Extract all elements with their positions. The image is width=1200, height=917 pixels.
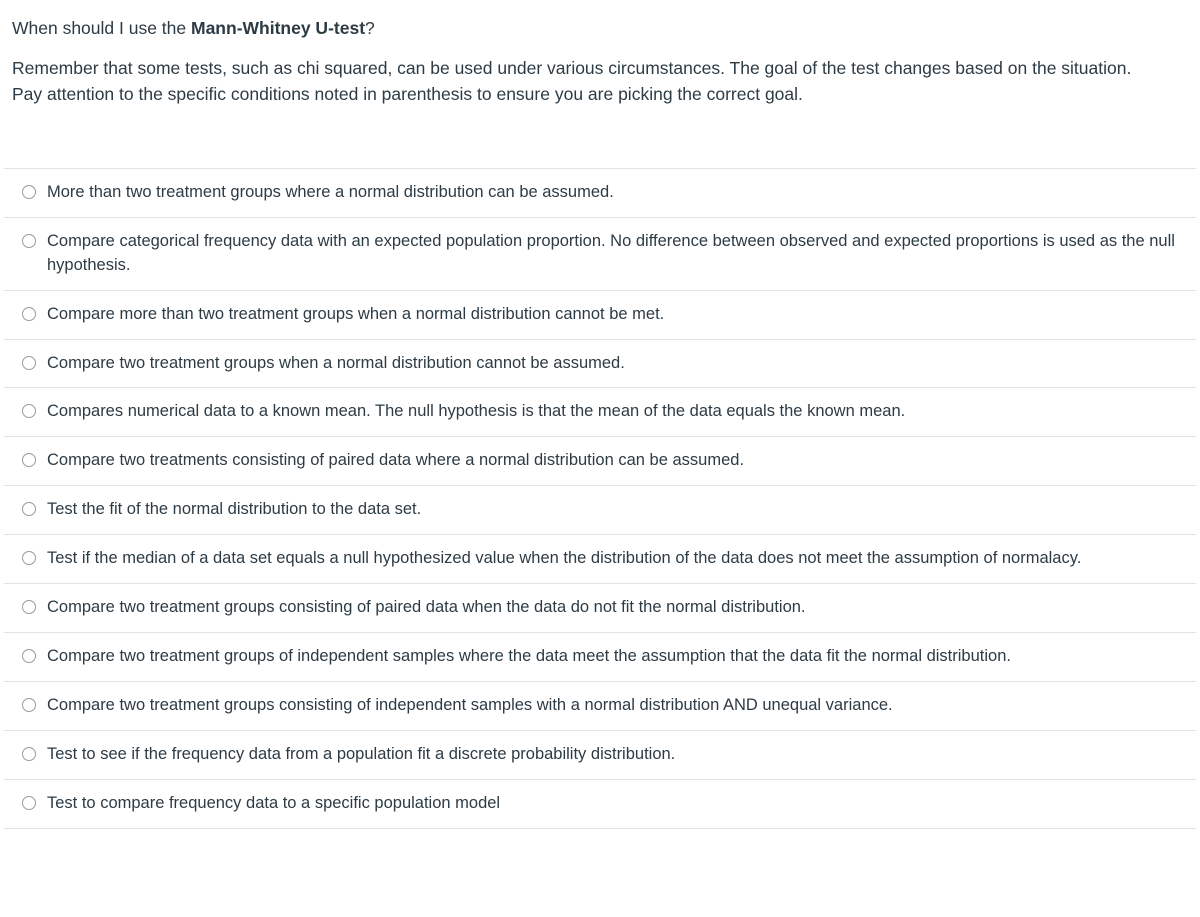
- radio-button-icon[interactable]: [22, 453, 36, 468]
- question-header-suffix: ?: [365, 18, 375, 38]
- question-container: When should I use the Mann-Whitney U-tes…: [0, 0, 1200, 829]
- answer-option-row[interactable]: Compare two treatment groups when a norm…: [4, 338, 1196, 388]
- question-header-emphasis: Mann-Whitney U-test: [191, 18, 366, 38]
- radio-button-icon[interactable]: [22, 551, 36, 566]
- radio-button-icon[interactable]: [22, 306, 36, 321]
- radio-button-icon[interactable]: [22, 697, 36, 712]
- radio-button-icon[interactable]: [22, 502, 36, 517]
- answer-option-row[interactable]: Compare more than two treatment groups w…: [4, 289, 1196, 339]
- answer-option-label: Compare two treatment groups consisting …: [47, 695, 893, 714]
- answer-option-row[interactable]: More than two treatment groups where a n…: [4, 167, 1196, 217]
- radio-button-icon[interactable]: [22, 355, 36, 370]
- answer-option-label: Compare two treatment groups when a norm…: [47, 353, 625, 372]
- radio-button-icon[interactable]: [22, 600, 36, 615]
- answer-option-label: Compare two treatment groups consisting …: [47, 598, 806, 617]
- answer-option-label: Compare two treatments consisting of pai…: [47, 451, 745, 470]
- question-header: When should I use the Mann-Whitney U-tes…: [0, 0, 1200, 41]
- answer-option-row[interactable]: Test to see if the frequency data from a…: [4, 729, 1196, 779]
- radio-button-icon[interactable]: [22, 184, 36, 199]
- answer-option-label: Test to see if the frequency data from a…: [47, 744, 676, 763]
- answer-option-row[interactable]: Test to compare frequency data to a spec…: [4, 778, 1196, 829]
- radio-button-icon[interactable]: [22, 233, 36, 248]
- answer-option-row[interactable]: Compare two treatments consisting of pai…: [4, 436, 1196, 485]
- radio-button-icon[interactable]: [22, 649, 36, 664]
- answer-option-row[interactable]: Compare two treatment groups consisting …: [4, 583, 1196, 632]
- answer-option-row[interactable]: Test the fit of the normal distribution …: [4, 485, 1196, 534]
- radio-button-icon[interactable]: [22, 404, 36, 419]
- question-header-prefix: When should I use the: [12, 18, 191, 38]
- question-body-text: Remember that some tests, such as chi sq…: [12, 57, 1132, 105]
- answer-option-label: Compare categorical frequency data with …: [47, 231, 1175, 274]
- answer-option-row[interactable]: Compares numerical data to a known mean.…: [4, 387, 1196, 436]
- answer-option-label: More than two treatment groups where a n…: [47, 182, 614, 201]
- answer-options-list: More than two treatment groups where a n…: [0, 167, 1200, 829]
- answer-option-label: Compare more than two treatment groups w…: [47, 304, 665, 323]
- answer-option-row[interactable]: Compare categorical frequency data with …: [4, 216, 1196, 290]
- answer-option-row[interactable]: Test if the median of a data set equals …: [4, 534, 1196, 583]
- answer-option-row[interactable]: Compare two treatment groups consisting …: [4, 680, 1196, 730]
- radio-button-icon[interactable]: [22, 746, 36, 761]
- answer-option-row[interactable]: Compare two treatment groups of independ…: [4, 632, 1196, 681]
- answer-option-label: Test the fit of the normal distribution …: [47, 500, 422, 519]
- answer-option-label: Compares numerical data to a known mean.…: [47, 402, 906, 421]
- answer-option-label: Test to compare frequency data to a spec…: [47, 793, 501, 812]
- answer-option-label: Compare two treatment groups of independ…: [47, 647, 1011, 666]
- radio-button-icon[interactable]: [22, 795, 36, 810]
- answer-option-label: Test if the median of a data set equals …: [47, 549, 1082, 568]
